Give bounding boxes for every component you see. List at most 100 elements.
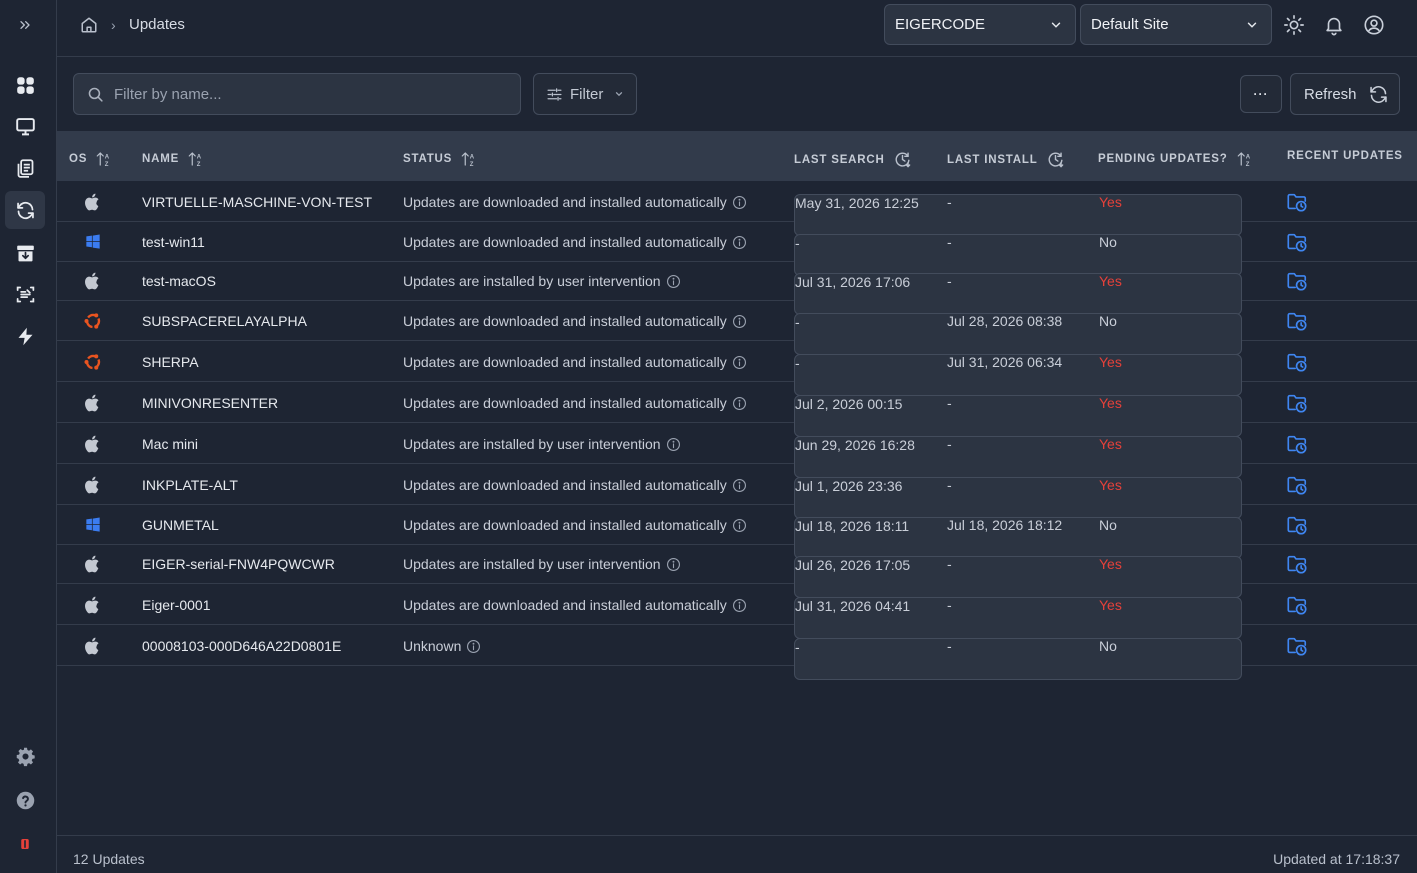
apple-icon (85, 555, 99, 573)
sidebar-item-documents[interactable] (5, 149, 45, 187)
home-icon[interactable] (80, 16, 98, 34)
chevron-down-icon (1247, 22, 1257, 28)
table-row[interactable]: 00008103-000D646A22D0801E Unknown - - No (57, 625, 1417, 680)
device-name[interactable]: INKPLATE-ALT (142, 477, 238, 493)
device-name[interactable]: SHERPA (142, 354, 199, 370)
device-name[interactable]: Eiger-0001 (142, 597, 211, 613)
info-icon[interactable] (666, 557, 681, 572)
site-select[interactable]: Default Site (1080, 4, 1272, 45)
info-icon[interactable] (666, 274, 681, 289)
folder-clock-icon[interactable] (1286, 594, 1308, 616)
update-status: Updates are installed by user interventi… (403, 273, 681, 289)
sidebar-item-dashboard[interactable] (5, 66, 45, 104)
folder-clock-icon[interactable] (1286, 514, 1308, 536)
svg-text:A: A (197, 154, 202, 160)
sidebar-item-automation[interactable] (5, 317, 45, 355)
device-name[interactable]: SUBSPACERELAYALPHA (142, 313, 307, 329)
last-search: - (794, 638, 1242, 680)
folder-clock-icon[interactable] (1286, 635, 1308, 657)
organization-select[interactable]: EIGERCODE (884, 4, 1076, 45)
more-options-button[interactable]: ··· (1240, 75, 1282, 113)
folder-clock-icon[interactable] (1286, 270, 1308, 292)
refresh-button[interactable]: Refresh (1290, 73, 1400, 115)
table-row[interactable]: INKPLATE-ALT Updates are downloaded and … (57, 464, 1417, 519)
column-header-os[interactable]: OS AZ (69, 150, 113, 168)
lightning-icon (18, 327, 32, 345)
apple-icon (85, 272, 99, 290)
folder-clock-icon[interactable] (1286, 351, 1308, 373)
more-icon: ··· (1253, 87, 1269, 101)
device-name[interactable]: GUNMETAL (142, 517, 219, 533)
device-name[interactable]: MINIVONRESENTER (142, 395, 278, 411)
table-row[interactable]: VIRTUELLE-MASCHINE-VON-TEST Updates are … (57, 181, 1417, 236)
pending-updates: Yes (1099, 194, 1122, 210)
table-row[interactable]: Eiger-0001 Updates are downloaded and in… (57, 584, 1417, 639)
device-name[interactable]: test-macOS (142, 273, 216, 289)
device-name[interactable]: 00008103-000D646A22D0801E (142, 638, 341, 654)
info-icon[interactable] (732, 478, 747, 493)
table-row[interactable]: Mac mini Updates are installed by user i… (57, 423, 1417, 478)
clock-sort-icon (1048, 152, 1063, 168)
filter-button[interactable]: Filter (533, 73, 637, 115)
search-input[interactable] (114, 74, 504, 114)
column-header-pending-updates[interactable]: PENDING UPDATES? AZ (1098, 150, 1254, 168)
table-row[interactable]: SUBSPACERELAYALPHA Updates are downloade… (57, 300, 1417, 355)
sun-icon[interactable] (1283, 14, 1305, 36)
user-icon[interactable] (1363, 14, 1385, 36)
sidebar-item-scan[interactable] (5, 275, 45, 313)
organization-select-value: EIGERCODE (895, 16, 986, 33)
folder-clock-icon[interactable] (1286, 231, 1308, 253)
folder-clock-icon[interactable] (1286, 392, 1308, 414)
table-row[interactable]: SHERPA Updates are downloaded and instal… (57, 341, 1417, 396)
update-status-text: Updates are downloaded and installed aut… (403, 234, 727, 250)
sidebar-item-settings[interactable] (5, 737, 45, 775)
folder-clock-icon[interactable] (1286, 553, 1308, 575)
device-name[interactable]: EIGER-serial-FNW4PQWCWR (142, 556, 335, 572)
svg-text:A: A (1245, 154, 1250, 160)
info-icon[interactable] (732, 518, 747, 533)
device-name[interactable]: test-win11 (142, 234, 205, 250)
windows-icon (86, 517, 100, 532)
device-name[interactable]: Mac mini (142, 436, 198, 452)
update-status-text: Updates are installed by user interventi… (403, 436, 661, 452)
bell-icon[interactable] (1323, 14, 1345, 36)
sidebar-item-help[interactable] (5, 781, 45, 819)
table-row[interactable]: test-macOS Updates are installed by user… (57, 260, 1417, 315)
table-row[interactable]: MINIVONRESENTER Updates are downloaded a… (57, 382, 1417, 437)
info-icon[interactable] (732, 235, 747, 250)
apple-icon (85, 476, 99, 494)
svg-text:Z: Z (105, 162, 109, 168)
info-icon[interactable] (732, 314, 747, 329)
folder-clock-icon[interactable] (1286, 433, 1308, 455)
device-name[interactable]: VIRTUELLE-MASCHINE-VON-TEST (142, 194, 372, 210)
table-row[interactable]: GUNMETAL Updates are downloaded and inst… (57, 504, 1417, 559)
update-status: Updates are installed by user interventi… (403, 556, 681, 572)
update-status: Updates are installed by user interventi… (403, 436, 681, 452)
info-icon[interactable] (666, 437, 681, 452)
last-install: - (947, 556, 952, 572)
column-header-last-install[interactable]: LAST INSTALL (947, 150, 1065, 169)
info-icon[interactable] (732, 598, 747, 613)
info-icon[interactable] (732, 355, 747, 370)
sidebar-item-archive[interactable] (5, 234, 45, 272)
last-install: - (947, 234, 952, 250)
info-icon[interactable] (466, 639, 481, 654)
info-icon[interactable] (732, 195, 747, 210)
column-header-status[interactable]: STATUS AZ (403, 150, 478, 168)
sidebar-item-updates[interactable] (5, 191, 45, 229)
table-row[interactable]: test-win11 Updates are downloaded and in… (57, 221, 1417, 276)
last-install: - (947, 395, 952, 411)
apple-icon (85, 193, 99, 211)
folder-clock-icon[interactable] (1286, 310, 1308, 332)
info-icon[interactable] (732, 396, 747, 411)
table-row[interactable]: EIGER-serial-FNW4PQWCWR Updates are inst… (57, 543, 1417, 598)
sidebar-item-devices[interactable] (5, 107, 45, 145)
column-header-last-search[interactable]: LAST SEARCH (794, 150, 912, 169)
sidebar (0, 0, 57, 873)
clock-sort-icon (895, 152, 910, 168)
column-header-name[interactable]: NAME AZ (142, 150, 205, 168)
update-status: Updates are downloaded and installed aut… (403, 354, 747, 370)
folder-clock-icon[interactable] (1286, 474, 1308, 496)
folder-clock-icon[interactable] (1286, 191, 1308, 213)
expand-sidebar-button[interactable] (5, 6, 45, 44)
